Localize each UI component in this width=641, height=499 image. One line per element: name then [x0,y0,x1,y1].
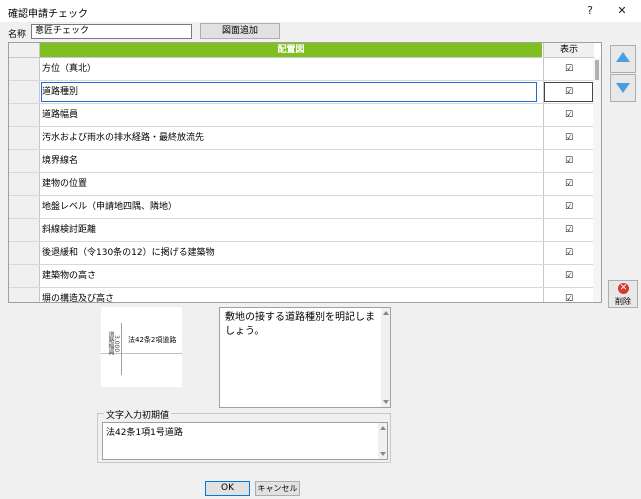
memo-scrollbar[interactable] [381,308,390,407]
show-checkbox[interactable]: ☑ [543,173,594,195]
name-input[interactable]: 意匠チェック [31,24,192,39]
show-checkbox[interactable]: ☑ [543,150,594,172]
scrollbar-thumb[interactable] [595,60,599,80]
row-name[interactable]: 後退緩和（令130条の12）に掲げる建築物 [40,242,538,264]
table-row-selected[interactable]: 道路種別 ☑ [9,81,593,104]
row-header[interactable] [9,288,40,302]
column-header-show[interactable]: 表示 [543,43,594,58]
row-name[interactable]: 塀の構造及び高さ [40,288,538,302]
title-bar: 確認申請チェック ? ✕ [0,0,641,22]
window-title: 確認申請チェック [8,9,88,20]
help-button[interactable]: ? [577,2,603,20]
table-row[interactable]: 方位（真北） ☑ [9,58,593,81]
initial-value-legend: 文字入力初期値 [104,408,172,421]
show-checkbox[interactable]: ☑ [543,58,594,80]
arrow-down-icon [616,83,630,93]
row-name[interactable]: 建築物の高さ [40,265,538,287]
row-name[interactable]: 汚水および雨水の排水経路・最終放流先 [40,127,538,149]
check-grid: 配置図 表示 方位（真北） ☑ 道路種別 ☑ 道路幅員 ☑ 汚水および雨水の排水経路・… [8,42,602,303]
ok-button[interactable]: OK [205,481,250,496]
table-row[interactable]: 後退緩和（令130条の12）に掲げる建築物 ☑ [9,242,593,265]
table-row[interactable]: 道路幅員 ☑ [9,104,593,127]
scroll-down-icon[interactable] [380,452,386,456]
cancel-button[interactable]: キャンセル [255,481,300,496]
table-row[interactable]: 建物の位置 ☑ [9,173,593,196]
show-checkbox[interactable]: ☑ [543,196,594,218]
row-header[interactable] [9,265,40,287]
row-header[interactable] [9,150,40,172]
table-row[interactable]: 地盤レベル（申請地四隅、隣地） ☑ [9,196,593,219]
row-name[interactable]: 境界線名 [40,150,538,172]
scroll-up-icon[interactable] [383,311,389,315]
scroll-up-icon[interactable] [380,426,386,430]
delete-label: 削除 [615,297,631,306]
initial-value-text: 法42条1項1号道路 [106,428,183,438]
initial-value-input[interactable]: 法42条1項1号道路 [102,422,388,460]
preview-dimension-line [121,323,122,375]
move-up-button[interactable] [610,45,636,73]
grid-corner [9,43,40,58]
row-header[interactable] [9,196,40,218]
arrow-up-icon [616,52,630,62]
memo-textarea[interactable]: 敷地の接する道路種別を明記しましょう。 [219,307,391,408]
memo-text: 敷地の接する道路種別を明記しましょう。 [225,312,375,337]
show-checkbox[interactable]: ☑ [543,104,594,126]
row-name[interactable]: 地盤レベル（申請地四隅、隣地） [40,196,538,218]
row-name[interactable]: 斜線検討距離 [40,219,538,241]
row-name[interactable]: 建物の位置 [40,173,538,195]
row-header[interactable] [9,81,40,103]
row-name[interactable]: 道路種別 [40,81,538,103]
move-down-button[interactable] [610,74,636,102]
preview-image: 法42条2項道路 道路幅員 3,000 [101,307,182,387]
initial-value-scrollbar[interactable] [378,423,387,459]
name-label: 名称 [8,30,27,40]
show-checkbox[interactable]: ☑ [543,242,594,264]
row-name[interactable]: 方位（真北） [40,58,538,80]
scroll-down-icon[interactable] [383,400,389,404]
show-checkbox[interactable]: ☑ [543,127,594,149]
column-header-name[interactable]: 配置図 [40,43,542,58]
show-checkbox[interactable]: ☑ [543,81,594,103]
delete-button[interactable]: ✕ 削除 [608,280,638,308]
delete-icon: ✕ [618,283,629,294]
row-header[interactable] [9,219,40,241]
table-row[interactable]: 建築物の高さ ☑ [9,265,593,288]
row-header[interactable] [9,127,40,149]
grid-header: 配置図 表示 [9,43,601,58]
show-checkbox[interactable]: ☑ [543,288,594,302]
show-checkbox[interactable]: ☑ [543,219,594,241]
initial-value-group: 文字入力初期値 法42条1項1号道路 [97,408,391,463]
row-header[interactable] [9,58,40,80]
show-checkbox[interactable]: ☑ [543,265,594,287]
preview-road-label: 法42条2項道路 [128,336,177,344]
table-row[interactable]: 境界線名 ☑ [9,150,593,173]
row-name[interactable]: 道路幅員 [40,104,538,126]
preview-width-value: 3,000 [113,335,120,353]
grid-scrollbar[interactable] [593,58,601,302]
table-row[interactable]: 塀の構造及び高さ ☑ [9,288,594,302]
row-header[interactable] [9,104,40,126]
row-header[interactable] [9,173,40,195]
close-button[interactable]: ✕ [609,2,635,20]
row-header[interactable] [9,242,40,264]
table-row[interactable]: 斜線検討距離 ☑ [9,219,593,242]
table-row[interactable]: 汚水および雨水の排水経路・最終放流先 ☑ [9,127,593,150]
add-drawing-button[interactable]: 図面追加 [200,23,280,39]
